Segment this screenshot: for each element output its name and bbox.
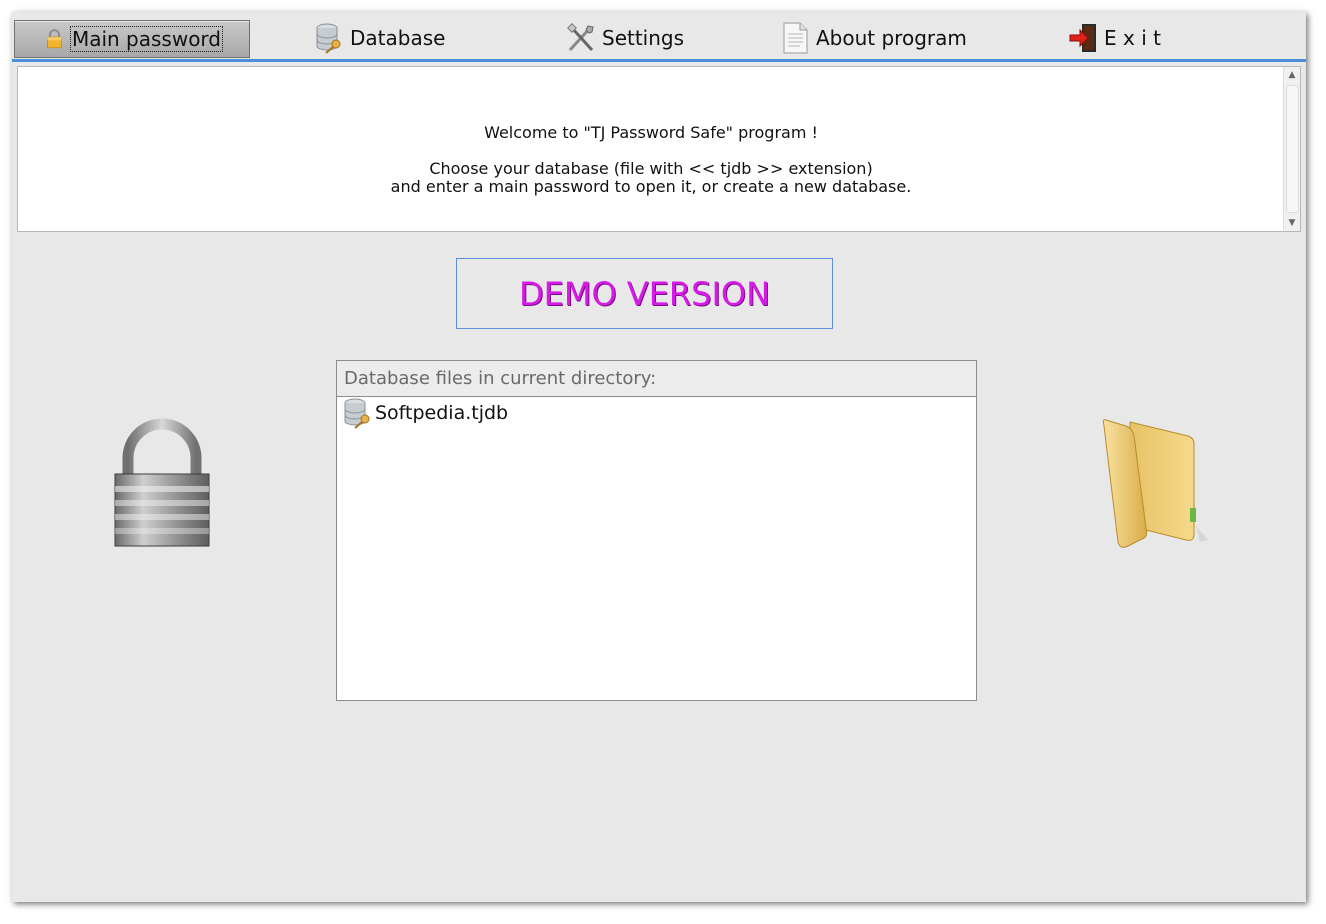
exit-label: E x i t (1104, 26, 1161, 50)
demo-version-label: DEMO VERSION (456, 258, 833, 329)
document-icon (783, 22, 808, 54)
exit-button[interactable]: E x i t (1068, 20, 1161, 56)
tools-icon (567, 23, 594, 52)
welcome-line: Welcome to "TJ Password Safe" program ! (484, 123, 818, 142)
scroll-thumb[interactable] (1286, 85, 1299, 213)
main-password-button[interactable]: Main password (14, 20, 250, 58)
scroll-down-icon[interactable]: ▼ (1284, 215, 1300, 231)
instruction-line-2: and enter a main password to open it, or… (390, 177, 912, 196)
instruction-line-1: Choose your database (file with << tjdb … (429, 159, 873, 178)
database-key-icon (344, 398, 370, 429)
padlock-icon (114, 418, 210, 547)
file-list-header: Database files in current directory: (337, 361, 976, 397)
database-key-icon (316, 23, 341, 54)
settings-label: Settings (602, 26, 685, 50)
main-password-label: Main password (69, 26, 223, 52)
app-window: Main password Database Settings About pr… (12, 12, 1306, 902)
file-name: Softpedia.tjdb (375, 402, 509, 424)
settings-button[interactable]: Settings (566, 20, 684, 56)
database-button[interactable]: Database (314, 20, 445, 56)
toolbar-separator (12, 59, 1306, 62)
scroll-up-icon[interactable]: ▲ (1284, 67, 1300, 83)
about-program-label: About program (816, 26, 967, 50)
exit-door-icon (1069, 24, 1096, 52)
message-scrollbar[interactable]: ▲ ▼ (1283, 67, 1300, 231)
about-program-button[interactable]: About program (780, 20, 967, 56)
main-toolbar: Main password Database Settings About pr… (12, 12, 1306, 62)
database-label: Database (350, 26, 446, 50)
list-item[interactable]: Softpedia.tjdb (337, 397, 976, 429)
open-folder-icon (1102, 419, 1208, 548)
database-file-list[interactable]: Database files in current directory: Sof… (336, 360, 977, 701)
padlock-icon (47, 29, 62, 49)
welcome-message-box[interactable]: Welcome to "TJ Password Safe" program ! … (17, 66, 1301, 232)
